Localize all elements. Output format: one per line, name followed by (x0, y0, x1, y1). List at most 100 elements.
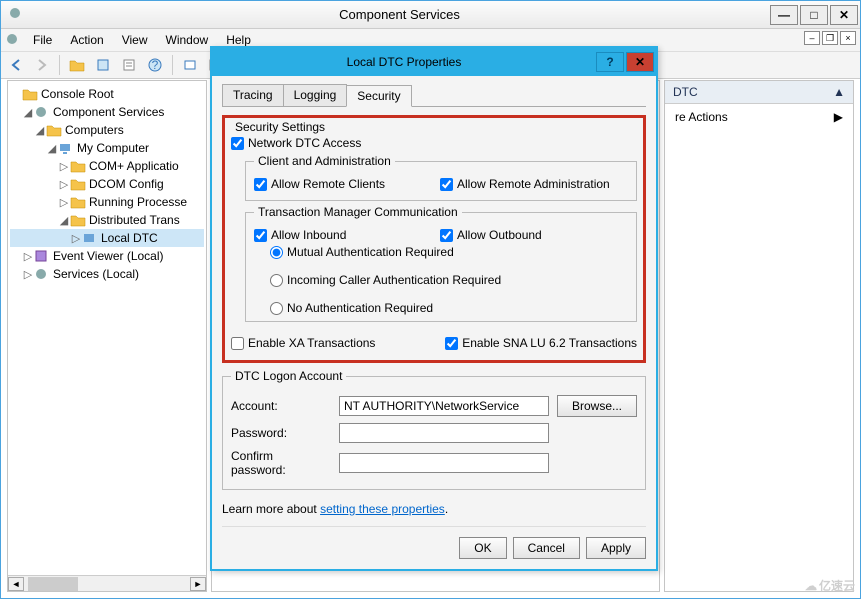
learn-more-link[interactable]: setting these properties (320, 502, 445, 516)
open-folder-button[interactable] (66, 54, 88, 76)
toolbar-separator (172, 55, 173, 75)
tree-label: Distributed Trans (89, 213, 180, 227)
browse-button[interactable]: Browse... (557, 395, 637, 417)
tree-component-services[interactable]: ◢Component Services (10, 103, 204, 121)
tree-pane: Console Root ◢Component Services ◢Comput… (7, 80, 207, 592)
child-restore-button[interactable]: ❐ (822, 31, 838, 45)
tab-tracing[interactable]: Tracing (222, 84, 284, 106)
actions-item-label: re Actions (675, 110, 728, 124)
cancel-button[interactable]: Cancel (513, 537, 580, 559)
allow-outbound-checkbox[interactable]: Allow Outbound (440, 228, 542, 242)
ok-button[interactable]: OK (459, 537, 506, 559)
learn-more-prefix: Learn more about (222, 502, 320, 516)
console-icon (5, 32, 19, 49)
dialog-title: Local DTC Properties (212, 55, 596, 69)
dialog-title-bar: Local DTC Properties ? ✕ (212, 48, 656, 76)
child-close-button[interactable]: × (840, 31, 856, 45)
close-button[interactable]: ✕ (830, 5, 858, 25)
network-dtc-access-checkbox[interactable]: Network DTC Access (231, 136, 637, 150)
menu-action[interactable]: Action (62, 31, 111, 49)
help-button[interactable]: ? (144, 54, 166, 76)
tree-event-viewer[interactable]: ▷Event Viewer (Local) (10, 247, 204, 265)
scroll-thumb[interactable] (28, 577, 78, 591)
tree-running-processes[interactable]: ▷Running Processe (10, 193, 204, 211)
properties-button[interactable] (92, 54, 114, 76)
confirm-password-input[interactable] (339, 453, 549, 473)
tree-label: COM+ Applicatio (89, 159, 179, 173)
tab-logging[interactable]: Logging (283, 84, 348, 106)
client-admin-legend: Client and Administration (254, 154, 395, 168)
tree-distributed-transaction[interactable]: ◢Distributed Trans (10, 211, 204, 229)
radio-label: Incoming Caller Authentication Required (287, 273, 501, 287)
dialog-tabs: Tracing Logging Security (222, 84, 646, 107)
child-minimize-button[interactable]: – (804, 31, 820, 45)
export-list-button[interactable] (118, 54, 140, 76)
learn-more: Learn more about setting these propertie… (222, 502, 646, 516)
dialog-body: Tracing Logging Security Security Settin… (212, 76, 656, 569)
minimize-button[interactable]: — (770, 5, 798, 25)
more-actions-item[interactable]: re Actions ▶ (665, 104, 853, 130)
tree-services[interactable]: ▷Services (Local) (10, 265, 204, 283)
cloud-icon: ☁ (805, 579, 817, 593)
dialog-help-button[interactable]: ? (596, 52, 624, 72)
confirm-password-label: Confirm password: (231, 449, 331, 477)
tree-label: Console Root (41, 87, 114, 101)
tab-security[interactable]: Security (346, 85, 411, 107)
enable-sna-checkbox[interactable]: Enable SNA LU 6.2 Transactions (445, 336, 637, 350)
actions-pane: DTC ▲ re Actions ▶ (664, 80, 854, 592)
actions-title: DTC (673, 85, 698, 99)
dtc-logon-group: DTC Logon Account Account: Browse... Pas… (222, 369, 646, 490)
checkbox-label: Network DTC Access (248, 136, 361, 150)
checkbox-label: Allow Remote Clients (271, 177, 385, 191)
checkbox-label: Enable SNA LU 6.2 Transactions (462, 336, 637, 350)
svg-text:?: ? (152, 58, 159, 72)
watermark-text: 亿速云 (819, 579, 855, 593)
dialog-button-row: OK Cancel Apply (222, 526, 646, 559)
tree-label: My Computer (77, 141, 149, 155)
incoming-caller-auth-radio[interactable]: Incoming Caller Authentication Required (270, 273, 628, 287)
security-settings-legend: Security Settings (235, 120, 637, 134)
tree-label: Services (Local) (53, 267, 139, 281)
password-input[interactable] (339, 423, 549, 443)
allow-remote-clients-checkbox[interactable]: Allow Remote Clients (254, 177, 434, 191)
menu-window[interactable]: Window (158, 31, 217, 49)
allow-inbound-checkbox[interactable]: Allow Inbound (254, 228, 434, 242)
tree-dcom-config[interactable]: ▷DCOM Config (10, 175, 204, 193)
back-button[interactable] (5, 54, 27, 76)
collapse-icon[interactable]: ▲ (833, 85, 845, 99)
scroll-left-button[interactable]: ◄ (8, 577, 24, 591)
tree-computers[interactable]: ◢Computers (10, 121, 204, 139)
menu-file[interactable]: File (25, 31, 60, 49)
tree-console-root[interactable]: Console Root (10, 85, 204, 103)
chevron-right-icon: ▶ (834, 110, 843, 124)
scroll-right-button[interactable]: ► (190, 577, 206, 591)
checkbox-label: Allow Inbound (271, 228, 346, 242)
app-icon (7, 5, 23, 24)
toolbar-separator (59, 55, 60, 75)
tree-label: Computers (65, 123, 124, 137)
checkbox-label: Allow Remote Administration (457, 177, 610, 191)
forward-button[interactable] (31, 54, 53, 76)
tree-local-dtc[interactable]: ▷Local DTC (10, 229, 204, 247)
no-auth-radio[interactable]: No Authentication Required (270, 301, 628, 315)
enable-xa-checkbox[interactable]: Enable XA Transactions (231, 336, 375, 350)
tree-com-applications[interactable]: ▷COM+ Applicatio (10, 157, 204, 175)
actions-header: DTC ▲ (665, 81, 853, 104)
title-bar: Component Services — □ ✕ (1, 1, 860, 29)
tree-label: Component Services (53, 105, 164, 119)
dialog-close-button[interactable]: ✕ (626, 52, 654, 72)
allow-remote-admin-checkbox[interactable]: Allow Remote Administration (440, 177, 610, 191)
maximize-button[interactable]: □ (800, 5, 828, 25)
tmc-legend: Transaction Manager Communication (254, 205, 462, 219)
toolbar-extra-1[interactable] (179, 54, 201, 76)
menu-view[interactable]: View (114, 31, 156, 49)
mutual-auth-radio[interactable]: Mutual Authentication Required (270, 245, 628, 259)
account-input[interactable] (339, 396, 549, 416)
tree-label: DCOM Config (89, 177, 164, 191)
radio-label: Mutual Authentication Required (287, 245, 454, 259)
tree-my-computer[interactable]: ◢My Computer (10, 139, 204, 157)
tree-label: Running Processe (89, 195, 187, 209)
apply-button[interactable]: Apply (586, 537, 646, 559)
horizontal-scrollbar[interactable]: ◄ ► (8, 575, 206, 591)
account-label: Account: (231, 399, 331, 413)
